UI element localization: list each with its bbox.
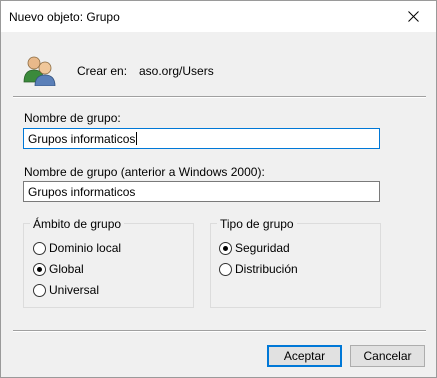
separator-bottom [13,330,426,332]
radio-scope-global[interactable]: Global [33,262,84,276]
radio-label: Seguridad [235,241,290,255]
create-in-header: Crear en: aso.org/Users [1,32,436,96]
radio-button[interactable] [33,283,46,297]
group-name-pre2000-label: Nombre de grupo (anterior a Windows 2000… [24,165,265,179]
radio-button-checked[interactable] [33,262,46,276]
radio-label: Global [49,262,84,276]
radio-type-security[interactable]: Seguridad [219,241,290,255]
group-name-value: Grupos informaticos [28,132,136,146]
close-button[interactable] [390,1,436,32]
group-name-pre2000-value: Grupos informaticos [28,185,136,199]
accept-button[interactable]: Aceptar [267,345,342,367]
group-users-icon [23,56,56,86]
radio-scope-domain-local[interactable]: Dominio local [33,241,121,255]
window-title: Nuevo objeto: Grupo [9,10,120,24]
radio-label: Distribución [235,262,298,276]
group-name-label: Nombre de grupo: [24,111,121,125]
radio-label: Dominio local [49,241,122,255]
radio-type-distribution[interactable]: Distribución [219,262,298,276]
group-name-input[interactable]: Grupos informaticos [23,128,380,149]
dialog-window: Nuevo objeto: Grupo Crear en: aso.org/Us… [0,0,437,378]
group-scope-title: Ámbito de grupo [30,217,125,231]
close-icon [407,11,419,22]
radio-scope-universal[interactable]: Universal [33,283,99,297]
radio-button[interactable] [33,241,46,255]
group-type-title: Tipo de grupo [217,217,297,231]
group-name-pre2000-input[interactable]: Grupos informaticos [23,181,380,202]
create-in-path: aso.org/Users [139,64,214,78]
cancel-button[interactable]: Cancelar [350,345,425,367]
create-in-label: Crear en: [77,64,128,78]
radio-button-checked[interactable] [219,241,232,255]
text-caret [136,132,138,145]
title-bar: Nuevo objeto: Grupo [1,1,436,32]
separator-top [13,96,426,98]
radio-label: Universal [49,283,100,297]
radio-button[interactable] [219,262,232,276]
